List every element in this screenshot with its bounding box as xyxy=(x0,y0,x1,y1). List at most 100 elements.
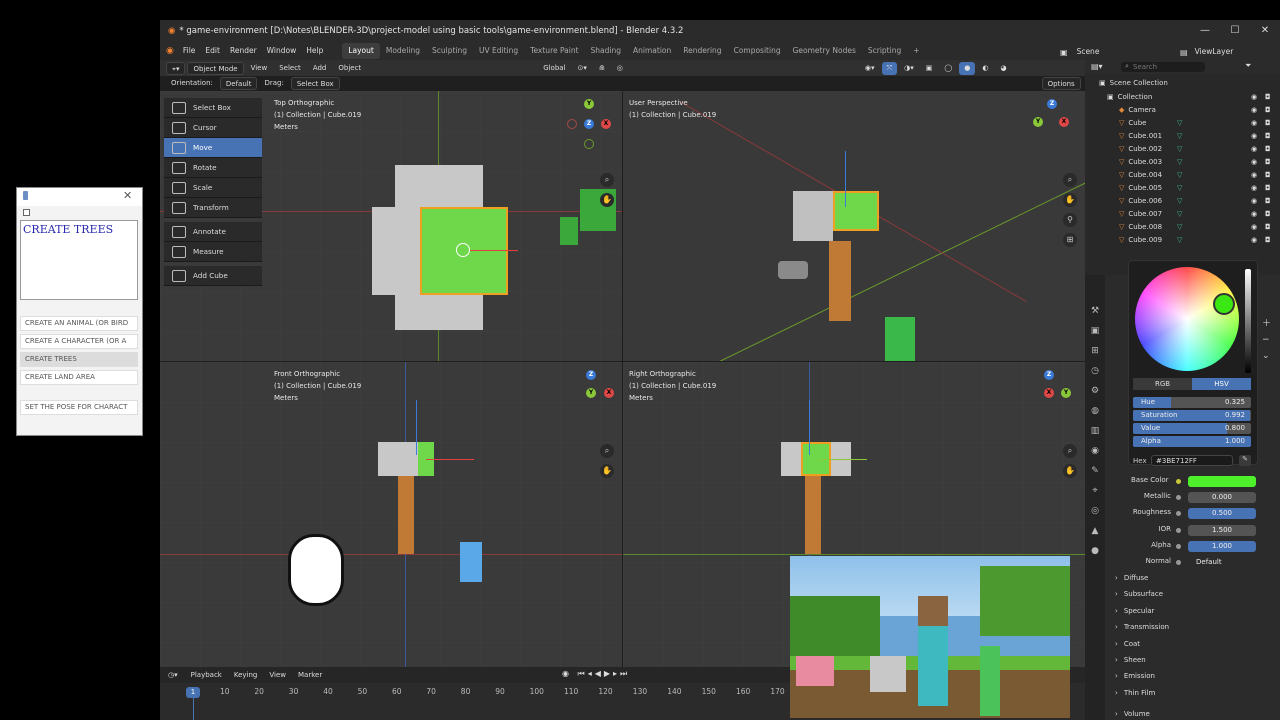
render-camera-icon[interactable]: ◘ xyxy=(1265,145,1271,153)
render-camera-icon[interactable]: ◘ xyxy=(1265,171,1271,179)
alpha-field[interactable]: 1.000 xyxy=(1188,540,1256,552)
outliner-object-row[interactable]: ▽ Cube.003 ▽ ◉ ◘ xyxy=(1085,155,1280,168)
pan-hand-icon[interactable]: ✋ xyxy=(1063,193,1077,207)
section-subsurface[interactable]: › Subsurface xyxy=(1115,590,1280,603)
rgb-tab[interactable]: RGB xyxy=(1133,378,1192,390)
base-color-swatch[interactable] xyxy=(1188,476,1256,487)
visibility-eye-icon[interactable]: ◉ xyxy=(1251,171,1257,179)
socket-icon[interactable] xyxy=(1176,560,1181,566)
scene-selector[interactable]: ▣ Scene xyxy=(1060,44,1104,60)
property-tab-icons[interactable]: ⚒ ▣ ⊞ ◷ ⚙ ◍ ▥ ◉ ✎ ⌖ ◎ ▲ ● xyxy=(1085,275,1105,561)
cp-hue-slider[interactable]: Hue 0.325 xyxy=(1133,397,1251,408)
orientation-select[interactable]: Default xyxy=(219,77,258,90)
section-thin-film[interactable]: › Thin Film xyxy=(1115,689,1280,702)
outliner-object-row[interactable]: ▽ Cube.001 ▽ ◉ ◘ xyxy=(1085,129,1280,142)
collection-row[interactable]: ▣ Collection ◉ ◘ xyxy=(1085,90,1280,103)
move-z-arrow[interactable] xyxy=(416,400,417,455)
zoom-icon[interactable]: ⌕ xyxy=(600,173,614,187)
hsv-tab[interactable]: HSV xyxy=(1192,378,1251,390)
menu-help[interactable]: Help xyxy=(301,43,328,59)
todo-item[interactable]: CREATE AN ANIMAL (OR BIRD xyxy=(20,316,138,331)
filter-icon[interactable]: ⏷ xyxy=(1245,61,1251,71)
eyedropper-icon[interactable]: ✎ xyxy=(1239,455,1251,466)
visibility-eye-icon[interactable]: ◉ xyxy=(1251,106,1257,114)
pivot-icon[interactable]: ⊙▾ xyxy=(573,62,592,75)
socket-icon[interactable] xyxy=(1176,543,1181,549)
playback-controls[interactable]: ◉ ⏮◂◀▶▸⏭ xyxy=(562,669,630,679)
outliner-object-row[interactable]: ▽ Cube.006 ▽ ◉ ◘ xyxy=(1085,194,1280,207)
metallic-field[interactable]: 0.000 xyxy=(1188,492,1256,503)
color-wheel-cursor[interactable] xyxy=(1213,293,1235,315)
outliner-object-row[interactable]: ▽ Cube.007 ▽ ◉ ◘ xyxy=(1085,207,1280,220)
move-z-arrow[interactable] xyxy=(809,400,810,455)
todo-item[interactable]: SET THE POSE FOR CHARACT xyxy=(20,400,138,415)
current-frame-indicator[interactable]: 1 xyxy=(186,687,200,698)
tool-select-box[interactable]: Select Box xyxy=(164,98,262,118)
outliner-object-row[interactable]: ▽ Cube.002 ▽ ◉ ◘ xyxy=(1085,142,1280,155)
render-camera-icon[interactable]: ◘ xyxy=(1265,184,1271,192)
cp-val-slider[interactable]: Value 0.800 xyxy=(1133,423,1251,434)
transform-orientation[interactable]: Global xyxy=(538,62,570,75)
side-tab-buttons[interactable]: ＋ − ⌄ xyxy=(1262,316,1271,364)
section-emission[interactable]: › Emission xyxy=(1115,672,1280,685)
snap-icon[interactable]: ⋒ xyxy=(594,62,610,75)
outliner-object-row[interactable]: ◆ Camera ◉ ◘ xyxy=(1085,103,1280,116)
visibility-eye-icon[interactable]: ◉ xyxy=(1251,158,1257,166)
outliner-object-row[interactable]: ▽ Cube.008 ▽ ◉ ◘ xyxy=(1085,220,1280,233)
select-menu[interactable]: Select xyxy=(274,62,306,75)
render-camera-icon[interactable]: ◘ xyxy=(1265,93,1271,101)
navigation-gizmo[interactable]: Z Y X xyxy=(1031,97,1083,149)
menu-render[interactable]: Render xyxy=(225,43,262,59)
cp-sat-slider[interactable]: Saturation 0.992 xyxy=(1133,410,1251,421)
visibility-eye-icon[interactable]: ◉ xyxy=(1251,184,1257,192)
visibility-eye-icon[interactable]: ◉ xyxy=(1251,132,1257,140)
proportional-icon[interactable]: ◎ xyxy=(612,62,628,75)
menu-edit[interactable]: Edit xyxy=(200,43,225,59)
outliner-object-row[interactable]: ▽ Cube.005 ▽ ◉ ◘ xyxy=(1085,181,1280,194)
workspace-tab-texture-paint[interactable]: Texture Paint xyxy=(524,43,584,59)
workspace-tab-uv-editing[interactable]: UV Editing xyxy=(473,43,524,59)
workspace-tab-sculpting[interactable]: Sculpting xyxy=(426,43,473,59)
value-slider[interactable] xyxy=(1245,269,1251,373)
section-specular[interactable]: › Specular xyxy=(1115,607,1280,620)
marker-menu[interactable]: Marker xyxy=(293,669,327,682)
shading-material-icon[interactable]: ◐ xyxy=(977,62,993,75)
tool-move[interactable]: Move xyxy=(164,138,262,158)
tool-add-cube[interactable]: Add Cube xyxy=(164,266,262,286)
options-button[interactable]: Options xyxy=(1041,77,1081,90)
minimize-icon[interactable]: — xyxy=(1190,20,1220,42)
pan-hand-icon[interactable]: ✋ xyxy=(600,193,614,207)
workspace-tab-rendering[interactable]: Rendering xyxy=(677,43,727,59)
render-camera-icon[interactable]: ◘ xyxy=(1265,236,1271,244)
view-menu[interactable]: View xyxy=(246,62,273,75)
normal-field[interactable]: Default xyxy=(1188,557,1256,569)
zoom-icon[interactable]: ⌕ xyxy=(600,444,614,458)
workspace-tab-compositing[interactable]: Compositing xyxy=(728,43,787,59)
mode-selector[interactable]: Object Mode xyxy=(187,61,244,75)
navigation-gizmo[interactable]: Z Y X xyxy=(570,368,622,420)
visibility-icon[interactable]: ◉▾ xyxy=(860,62,880,75)
xray-icon[interactable]: ▣ xyxy=(921,62,938,75)
grid-toggle-icon[interactable]: ⊞ xyxy=(1063,233,1077,247)
close-icon[interactable]: ✕ xyxy=(123,189,132,202)
color-wheel[interactable] xyxy=(1135,267,1239,371)
outliner-object-row[interactable]: ▽ Cube.009 ▽ ◉ ◘ xyxy=(1085,233,1280,246)
drag-select[interactable]: Select Box xyxy=(290,77,340,90)
render-camera-icon[interactable]: ◘ xyxy=(1265,158,1271,166)
workspace-tab-geometry-nodes[interactable]: Geometry Nodes xyxy=(787,43,862,59)
viewport-user-perspective[interactable]: User Perspective (1) Collection | Cube.0… xyxy=(623,91,1085,361)
section-diffuse[interactable]: › Diffuse xyxy=(1115,574,1280,587)
move-x-arrow[interactable] xyxy=(470,250,518,251)
workspace-tab-modeling[interactable]: Modeling xyxy=(380,43,426,59)
tool-rotate[interactable]: Rotate xyxy=(164,158,262,178)
workspace-tab-shading[interactable]: Shading xyxy=(585,43,627,59)
pan-hand-icon[interactable]: ✋ xyxy=(600,464,614,478)
visibility-eye-icon[interactable]: ◉ xyxy=(1251,210,1257,218)
visibility-eye-icon[interactable]: ◉ xyxy=(1251,145,1257,153)
timeline-view-menu[interactable]: View xyxy=(264,669,291,682)
render-camera-icon[interactable]: ◘ xyxy=(1265,106,1271,114)
socket-icon[interactable] xyxy=(1176,511,1181,517)
workspace-tab-layout[interactable]: Layout xyxy=(342,43,380,59)
visibility-eye-icon[interactable]: ◉ xyxy=(1251,236,1257,244)
tool-annotate[interactable]: Annotate xyxy=(164,222,262,242)
